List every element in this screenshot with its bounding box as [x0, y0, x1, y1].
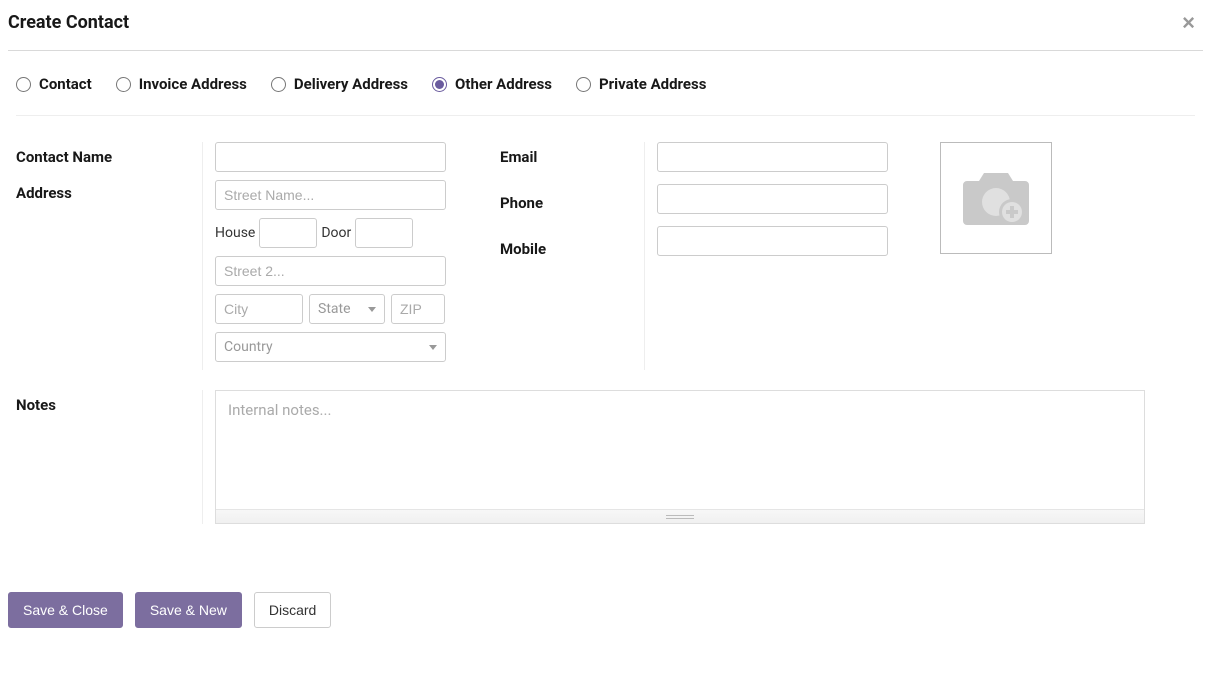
grip-icon — [666, 515, 694, 519]
email-input[interactable] — [657, 142, 888, 172]
contact-type-radio-group: Contact Invoice Address Delivery Address… — [16, 75, 1195, 116]
image-upload[interactable] — [940, 142, 1052, 254]
street-input[interactable] — [215, 180, 446, 210]
city-input[interactable] — [215, 294, 303, 324]
notes-input[interactable] — [216, 391, 1144, 509]
radio-private-address[interactable]: Private Address — [576, 75, 706, 93]
save-close-button[interactable]: Save & Close — [8, 592, 123, 628]
radio-other-address[interactable]: Other Address — [432, 75, 552, 93]
zip-input[interactable] — [391, 294, 445, 324]
chevron-down-icon — [429, 345, 437, 350]
mobile-input[interactable] — [657, 226, 888, 256]
radio-private-label[interactable]: Private Address — [599, 75, 706, 93]
label-house: House — [215, 225, 255, 241]
radio-invoice-input[interactable] — [116, 77, 131, 92]
label-phone: Phone — [500, 188, 644, 224]
label-notes: Notes — [16, 390, 202, 414]
chevron-down-icon — [368, 307, 376, 312]
label-address: Address — [16, 178, 202, 354]
close-button[interactable]: × — [1174, 12, 1203, 34]
street2-input[interactable] — [215, 256, 446, 286]
save-new-button[interactable]: Save & New — [135, 592, 242, 628]
label-mobile: Mobile — [500, 234, 644, 270]
label-contact-name: Contact Name — [16, 142, 202, 178]
radio-other-label[interactable]: Other Address — [455, 75, 552, 93]
state-select[interactable]: State — [309, 294, 385, 324]
radio-delivery-address[interactable]: Delivery Address — [271, 75, 408, 93]
label-door: Door — [321, 225, 351, 241]
door-input[interactable] — [355, 218, 413, 248]
radio-delivery-label[interactable]: Delivery Address — [294, 75, 408, 93]
radio-delivery-input[interactable] — [271, 77, 286, 92]
country-select[interactable]: Country — [215, 332, 446, 362]
radio-contact-input[interactable] — [16, 77, 31, 92]
radio-other-input[interactable] — [432, 77, 447, 92]
label-email: Email — [500, 142, 644, 178]
divider — [8, 50, 1203, 51]
state-placeholder: State — [318, 301, 351, 317]
radio-invoice-address[interactable]: Invoice Address — [116, 75, 247, 93]
radio-private-input[interactable] — [576, 77, 591, 92]
contact-name-input[interactable] — [215, 142, 446, 172]
camera-add-icon — [957, 167, 1035, 229]
discard-button[interactable]: Discard — [254, 592, 331, 628]
radio-contact-label[interactable]: Contact — [39, 75, 92, 93]
house-input[interactable] — [259, 218, 317, 248]
phone-input[interactable] — [657, 184, 888, 214]
country-placeholder: Country — [224, 339, 273, 355]
modal-title: Create Contact — [8, 12, 129, 33]
radio-contact[interactable]: Contact — [16, 75, 92, 93]
resize-handle[interactable] — [216, 509, 1144, 523]
radio-invoice-label[interactable]: Invoice Address — [139, 75, 247, 93]
